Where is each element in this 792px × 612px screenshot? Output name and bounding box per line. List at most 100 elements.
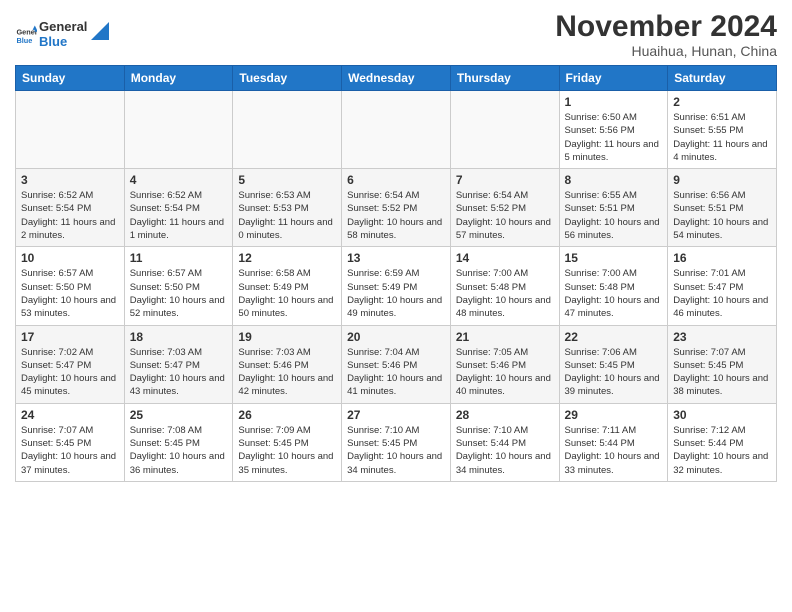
- calendar-cell: 13Sunrise: 6:59 AMSunset: 5:49 PMDayligh…: [342, 247, 451, 325]
- day-number: 28: [456, 408, 554, 422]
- day-info: Sunrise: 7:08 AMSunset: 5:45 PMDaylight:…: [130, 424, 228, 477]
- day-info: Sunrise: 7:00 AMSunset: 5:48 PMDaylight:…: [456, 267, 554, 320]
- day-info: Sunrise: 7:10 AMSunset: 5:45 PMDaylight:…: [347, 424, 445, 477]
- calendar-cell: 20Sunrise: 7:04 AMSunset: 5:46 PMDayligh…: [342, 325, 451, 403]
- day-info: Sunrise: 6:57 AMSunset: 5:50 PMDaylight:…: [130, 267, 228, 320]
- calendar-cell: 28 Sunrise: 7:10 AMSunset: 5:44 PMDayligh…: [450, 403, 559, 481]
- title-block: November 2024 Huaihua, Hunan, China: [555, 10, 777, 59]
- calendar-cell: 6 Sunrise: 6:54 AMSunset: 5:52 PMDaylight…: [342, 169, 451, 247]
- day-info: Sunrise: 7:11 AMSunset: 5:44 PMDaylight:…: [565, 424, 663, 477]
- calendar-cell: [342, 91, 451, 169]
- day-info: Sunrise: 6:53 AMSunset: 5:53 PMDaylight:…: [238, 189, 336, 242]
- day-info: Sunrise: 7:00 AMSunset: 5:48 PMDaylight:…: [565, 267, 663, 320]
- logo-triangle-icon: [91, 22, 109, 40]
- day-info: Sunrise: 6:52 AMSunset: 5:54 PMDaylight:…: [21, 189, 119, 242]
- calendar-cell: 14 Sunrise: 7:00 AMSunset: 5:48 PMDayligh…: [450, 247, 559, 325]
- day-number: 9: [673, 173, 771, 187]
- calendar-cell: 15 Sunrise: 7:00 AMSunset: 5:48 PMDayligh…: [559, 247, 668, 325]
- day-info: Sunrise: 7:05 AMSunset: 5:46 PMDaylight:…: [456, 346, 554, 399]
- day-number: 23: [673, 330, 771, 344]
- calendar-week-row: 24 Sunrise: 7:07 AMSunset: 5:45 PMDayligh…: [16, 403, 777, 481]
- day-info: Sunrise: 7:02 AMSunset: 5:47 PMDaylight:…: [21, 346, 119, 399]
- day-number: 21: [456, 330, 554, 344]
- day-info: Sunrise: 7:07 AMSunset: 5:45 PMDaylight:…: [21, 424, 119, 477]
- calendar-cell: 4 Sunrise: 6:52 AMSunset: 5:54 PMDaylight…: [124, 169, 233, 247]
- day-info: Sunrise: 7:07 AMSunset: 5:45 PMDaylight:…: [673, 346, 771, 399]
- day-info: Sunrise: 7:03 AMSunset: 5:46 PMDaylight:…: [238, 346, 336, 399]
- day-number: 7: [456, 173, 554, 187]
- calendar-cell: 9 Sunrise: 6:56 AMSunset: 5:51 PMDaylight…: [668, 169, 777, 247]
- calendar-cell: 19 Sunrise: 7:03 AMSunset: 5:46 PMDayligh…: [233, 325, 342, 403]
- day-number: 2: [673, 95, 771, 109]
- day-info: Sunrise: 7:03 AMSunset: 5:47 PMDaylight:…: [130, 346, 228, 399]
- calendar-cell: [233, 91, 342, 169]
- day-number: 17: [21, 330, 119, 344]
- calendar-cell: 5 Sunrise: 6:53 AMSunset: 5:53 PMDaylight…: [233, 169, 342, 247]
- day-info: Sunrise: 6:54 AMSunset: 5:52 PMDaylight:…: [347, 189, 445, 242]
- calendar-cell: 17 Sunrise: 7:02 AMSunset: 5:47 PMDayligh…: [16, 325, 125, 403]
- day-number: 12: [238, 251, 336, 265]
- calendar-cell: 12 Sunrise: 6:58 AMSunset: 5:49 PMDayligh…: [233, 247, 342, 325]
- calendar-cell: [124, 91, 233, 169]
- calendar-week-row: 3 Sunrise: 6:52 AMSunset: 5:54 PMDaylight…: [16, 169, 777, 247]
- day-info: Sunrise: 7:01 AMSunset: 5:47 PMDaylight:…: [673, 267, 771, 320]
- day-info: Sunrise: 6:51 AMSunset: 5:55 PMDaylight:…: [673, 111, 771, 164]
- day-info: Sunrise: 7:10 AMSunset: 5:44 PMDaylight:…: [456, 424, 554, 477]
- day-info: Sunrise: 7:06 AMSunset: 5:45 PMDaylight:…: [565, 346, 663, 399]
- logo: General Blue General Blue: [15, 20, 109, 50]
- day-number: 5: [238, 173, 336, 187]
- day-info: Sunrise: 6:52 AMSunset: 5:54 PMDaylight:…: [130, 189, 228, 242]
- logo-blue: Blue: [39, 35, 87, 50]
- day-number: 6: [347, 173, 445, 187]
- calendar-cell: [450, 91, 559, 169]
- calendar-week-row: 10Sunrise: 6:57 AMSunset: 5:50 PMDayligh…: [16, 247, 777, 325]
- day-info: Sunrise: 6:58 AMSunset: 5:49 PMDaylight:…: [238, 267, 336, 320]
- logo-icon: General Blue: [15, 24, 37, 46]
- day-number: 20: [347, 330, 445, 344]
- calendar-cell: 23 Sunrise: 7:07 AMSunset: 5:45 PMDayligh…: [668, 325, 777, 403]
- day-info: Sunrise: 6:57 AMSunset: 5:50 PMDaylight:…: [21, 267, 119, 320]
- day-info: Sunrise: 7:12 AMSunset: 5:44 PMDaylight:…: [673, 424, 771, 477]
- day-number: 1: [565, 95, 663, 109]
- weekday-wednesday: Wednesday: [342, 66, 451, 91]
- svg-text:Blue: Blue: [16, 36, 32, 45]
- day-number: 27: [347, 408, 445, 422]
- logo-general: General: [39, 20, 87, 35]
- day-info: Sunrise: 7:09 AMSunset: 5:45 PMDaylight:…: [238, 424, 336, 477]
- calendar-cell: [16, 91, 125, 169]
- day-number: 15: [565, 251, 663, 265]
- calendar-cell: 11 Sunrise: 6:57 AMSunset: 5:50 PMDayligh…: [124, 247, 233, 325]
- calendar-cell: 16 Sunrise: 7:01 AMSunset: 5:47 PMDayligh…: [668, 247, 777, 325]
- day-number: 4: [130, 173, 228, 187]
- day-number: 11: [130, 251, 228, 265]
- calendar-cell: 2 Sunrise: 6:51 AMSunset: 5:55 PMDaylight…: [668, 91, 777, 169]
- header: General Blue General Blue November 2024 …: [15, 10, 777, 59]
- day-number: 26: [238, 408, 336, 422]
- day-number: 22: [565, 330, 663, 344]
- day-number: 18: [130, 330, 228, 344]
- day-number: 16: [673, 251, 771, 265]
- day-number: 30: [673, 408, 771, 422]
- day-info: Sunrise: 6:55 AMSunset: 5:51 PMDaylight:…: [565, 189, 663, 242]
- day-number: 14: [456, 251, 554, 265]
- calendar-cell: 25Sunrise: 7:08 AMSunset: 5:45 PMDayligh…: [124, 403, 233, 481]
- calendar-cell: 24 Sunrise: 7:07 AMSunset: 5:45 PMDayligh…: [16, 403, 125, 481]
- calendar-title: November 2024: [555, 10, 777, 43]
- calendar-cell: 21 Sunrise: 7:05 AMSunset: 5:46 PMDayligh…: [450, 325, 559, 403]
- day-number: 8: [565, 173, 663, 187]
- calendar-cell: 7Sunrise: 6:54 AMSunset: 5:52 PMDaylight…: [450, 169, 559, 247]
- calendar-cell: 30 Sunrise: 7:12 AMSunset: 5:44 PMDayligh…: [668, 403, 777, 481]
- day-number: 3: [21, 173, 119, 187]
- calendar-page: General Blue General Blue November 2024 …: [0, 0, 792, 497]
- day-info: Sunrise: 6:59 AMSunset: 5:49 PMDaylight:…: [347, 267, 445, 320]
- day-info: Sunrise: 6:56 AMSunset: 5:51 PMDaylight:…: [673, 189, 771, 242]
- day-info: Sunrise: 6:50 AMSunset: 5:56 PMDaylight:…: [565, 111, 663, 164]
- weekday-friday: Friday: [559, 66, 668, 91]
- calendar-week-row: 17 Sunrise: 7:02 AMSunset: 5:47 PMDayligh…: [16, 325, 777, 403]
- day-number: 24: [21, 408, 119, 422]
- weekday-header-row: SundayMondayTuesdayWednesdayThursdayFrid…: [16, 66, 777, 91]
- day-number: 19: [238, 330, 336, 344]
- calendar-cell: 8 Sunrise: 6:55 AMSunset: 5:51 PMDaylight…: [559, 169, 668, 247]
- calendar-table: SundayMondayTuesdayWednesdayThursdayFrid…: [15, 65, 777, 482]
- calendar-cell: 27 Sunrise: 7:10 AMSunset: 5:45 PMDayligh…: [342, 403, 451, 481]
